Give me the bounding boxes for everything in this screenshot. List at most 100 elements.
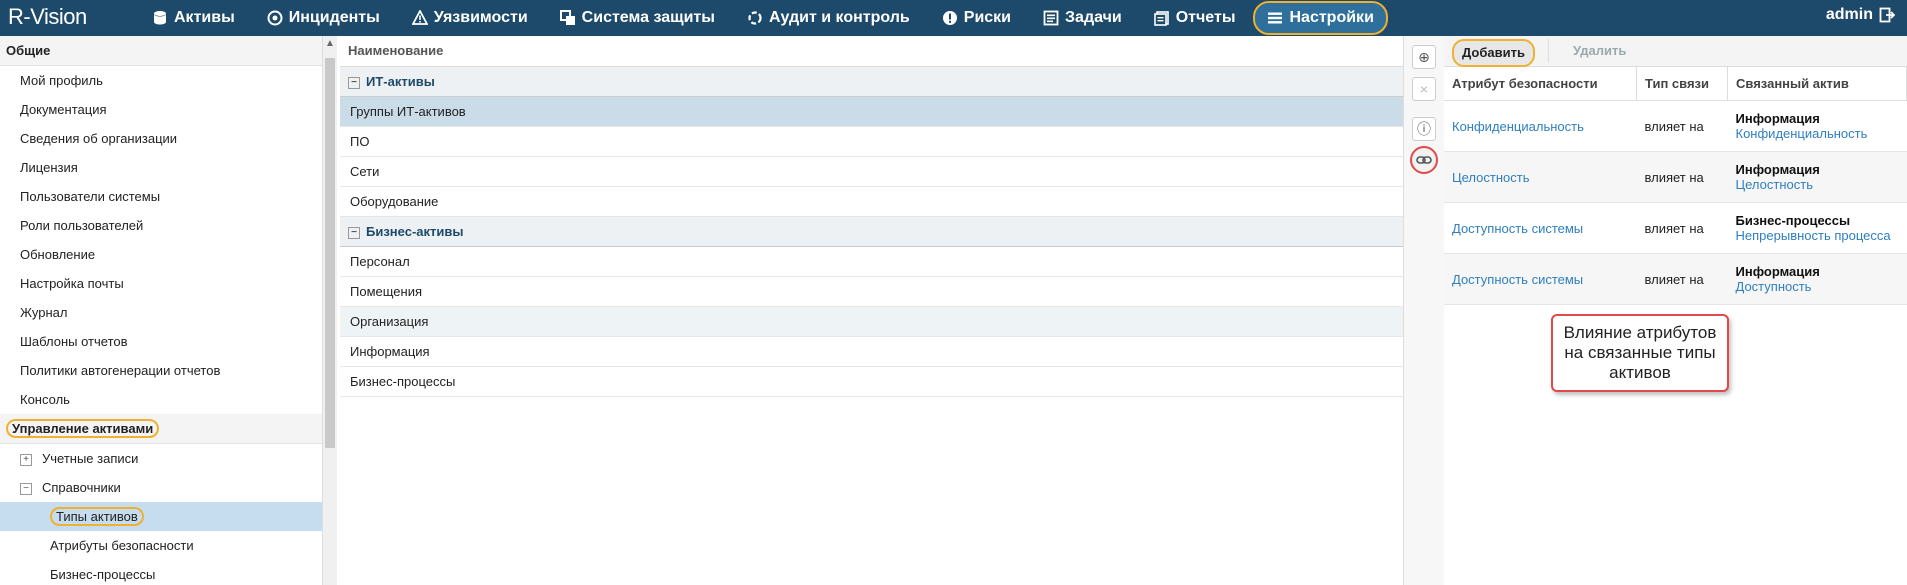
attribute-link[interactable]: Конфиденциальность (1452, 119, 1584, 134)
nav-vulnerabilities[interactable]: Уязвимости (400, 3, 540, 33)
add-icon[interactable]: ⊕ (1412, 45, 1436, 69)
sidebar-item-accounts[interactable]: + Учетные записи (0, 444, 322, 473)
list-item[interactable]: Оборудование (340, 187, 1403, 217)
table-row[interactable]: Доступность системы влияет на Бизнес-про… (1444, 202, 1907, 254)
attribute-link[interactable]: Доступность системы (1452, 272, 1583, 287)
list-item[interactable]: Персонал (340, 247, 1403, 277)
warning-icon (411, 10, 428, 25)
nav-incidents-label: Инциденты (288, 9, 380, 26)
asset-type-label: Информация (1735, 111, 1820, 126)
asset-attribute-link[interactable]: Доступность (1736, 279, 1906, 294)
asset-types-label: Типы активов (50, 507, 144, 526)
delete-button[interactable]: Удалить (1548, 39, 1634, 63)
list-item[interactable]: Сети (340, 157, 1403, 187)
asset-types-list: Наименование − ИТ-активы Группы ИТ-активо… (340, 36, 1403, 585)
column-header-attribute[interactable]: Атрибут безопасности (1444, 67, 1637, 101)
app-logo[interactable]: R-Vision (8, 4, 87, 30)
username: admin (1825, 6, 1873, 23)
list-item[interactable]: Бизнес-процессы (340, 367, 1403, 397)
sidebar-item-console[interactable]: Консоль (0, 385, 322, 414)
menu-icon (1268, 12, 1283, 24)
tasks-icon (1043, 10, 1059, 26)
nav-protection-system[interactable]: Система защиты (548, 3, 727, 33)
link-type-cell: влияет на (1636, 151, 1728, 203)
sidebar-item-documentation[interactable]: Документация (0, 95, 322, 124)
section-asset-management[interactable]: Управление активами (0, 414, 322, 444)
sidebar-item-organization-info[interactable]: Сведения об организации (0, 124, 322, 153)
link-type-cell: влияет на (1636, 253, 1728, 305)
nav-assets[interactable]: Активы (140, 3, 247, 33)
sidebar-item-system-users[interactable]: Пользователи системы (0, 182, 322, 211)
attribute-link[interactable]: Целостность (1452, 170, 1529, 185)
list-item[interactable]: Группы ИТ-активов (340, 97, 1403, 127)
sidebar-item-my-profile[interactable]: Мой профиль (0, 66, 322, 95)
link-glyph (1416, 156, 1432, 164)
sidebar-item-security-attributes[interactable]: Атрибуты безопасности (0, 531, 322, 560)
sidebar-item-update[interactable]: Обновление (0, 240, 322, 269)
directories-label: Справочники (42, 480, 121, 495)
refresh-icon (748, 11, 762, 25)
database-icon (154, 11, 166, 25)
collapse-icon[interactable]: − (348, 226, 360, 239)
list-item[interactable]: Информация (340, 337, 1403, 367)
asset-type-label: Бизнес-процессы (1735, 213, 1851, 228)
close-icon[interactable]: × (1412, 77, 1436, 101)
attribute-link[interactable]: Доступность системы (1452, 221, 1583, 236)
table-row[interactable]: Доступность системы влияет на Информация… (1444, 253, 1907, 305)
nav-audit-label: Аудит и контроль (768, 9, 910, 26)
link-type-cell: влияет на (1636, 100, 1728, 152)
asset-attribute-link[interactable]: Непрерывность процесса (1736, 228, 1906, 243)
sidebar-item-journal[interactable]: Журнал (0, 298, 322, 327)
table-row[interactable]: Конфиденциальность влияет на Информация К… (1444, 100, 1907, 152)
link-icon[interactable] (1410, 146, 1438, 174)
nav-risks-label: Риски (963, 9, 1012, 26)
nav-reports[interactable]: Отчеты (1142, 3, 1248, 33)
column-header-link-type[interactable]: Тип связи (1636, 67, 1728, 101)
info-icon[interactable]: ⓘ (1412, 117, 1436, 141)
linked-attributes-panel: Добавить Удалить Атрибут безопасности Ти… (1444, 36, 1907, 585)
nav-incidents[interactable]: Инциденты (255, 3, 392, 33)
scroll-up-icon[interactable]: ▲ (325, 38, 335, 49)
sidebar-item-directories[interactable]: − Справочники (0, 473, 322, 502)
sidebar-item-report-autogen-policies[interactable]: Политики автогенерации отчетов (0, 356, 322, 385)
group-business-assets[interactable]: − Бизнес-активы (340, 217, 1403, 247)
nav-settings[interactable]: Настройки (1253, 1, 1388, 35)
nav-vulnerabilities-label: Уязвимости (433, 9, 528, 26)
collapse-icon[interactable]: − (348, 76, 360, 89)
nav-audit-control[interactable]: Аудит и контроль (735, 3, 922, 33)
sidebar-item-report-templates[interactable]: Шаблоны отчетов (0, 327, 322, 356)
annotation-callout: Влияние атрибутов на связанные типы акти… (1551, 314, 1729, 392)
attribute-links-table: Атрибут безопасности Тип связи Связанный… (1444, 67, 1907, 305)
scroll-thumb[interactable] (325, 58, 335, 448)
nav-risks[interactable]: Риски (930, 3, 1023, 33)
expand-icon[interactable]: + (20, 453, 32, 466)
sidebar-item-mail-settings[interactable]: Настройка почты (0, 269, 322, 298)
add-button[interactable]: Добавить (1452, 39, 1535, 67)
column-header-name[interactable]: Наименование (340, 36, 1403, 67)
nav-assets-label: Активы (174, 9, 235, 26)
sidebar-item-asset-types[interactable]: Типы активов (0, 502, 322, 531)
asset-attribute-link[interactable]: Конфиденциальность (1736, 126, 1906, 141)
section-asset-management-label: Управление активами (6, 419, 160, 438)
logout-icon[interactable] (1879, 7, 1895, 23)
sidebar-scrollbar[interactable]: ▲ (322, 36, 337, 585)
sidebar-item-license[interactable]: Лицензия (0, 153, 322, 182)
table-row[interactable]: Целостность влияет на Информация Целостно… (1444, 151, 1907, 203)
sidebar-item-user-roles[interactable]: Роли пользователей (0, 211, 322, 240)
nav-tasks[interactable]: Задачи (1031, 3, 1134, 33)
list-item[interactable]: ПО (340, 127, 1403, 157)
list-item[interactable]: Помещения (340, 277, 1403, 307)
panel-toolbar: Добавить Удалить (1444, 36, 1907, 67)
sidebar-item-business-processes[interactable]: Бизнес-процессы (0, 560, 322, 585)
section-general[interactable]: Общие (0, 36, 322, 66)
group-it-assets[interactable]: − ИТ-активы (340, 67, 1403, 97)
alert-circle-icon (942, 11, 957, 25)
asset-attribute-link[interactable]: Целостность (1736, 177, 1906, 192)
collapse-icon[interactable]: − (20, 482, 32, 495)
user-menu[interactable]: admin (1826, 6, 1895, 24)
target-icon (267, 10, 283, 26)
list-item[interactable]: Организация (340, 307, 1403, 337)
accounts-label: Учетные записи (42, 451, 139, 466)
column-header-linked-asset[interactable]: Связанный актив (1727, 67, 1907, 101)
settings-sidebar: Общие Мой профиль Документация Сведения … (0, 36, 323, 585)
